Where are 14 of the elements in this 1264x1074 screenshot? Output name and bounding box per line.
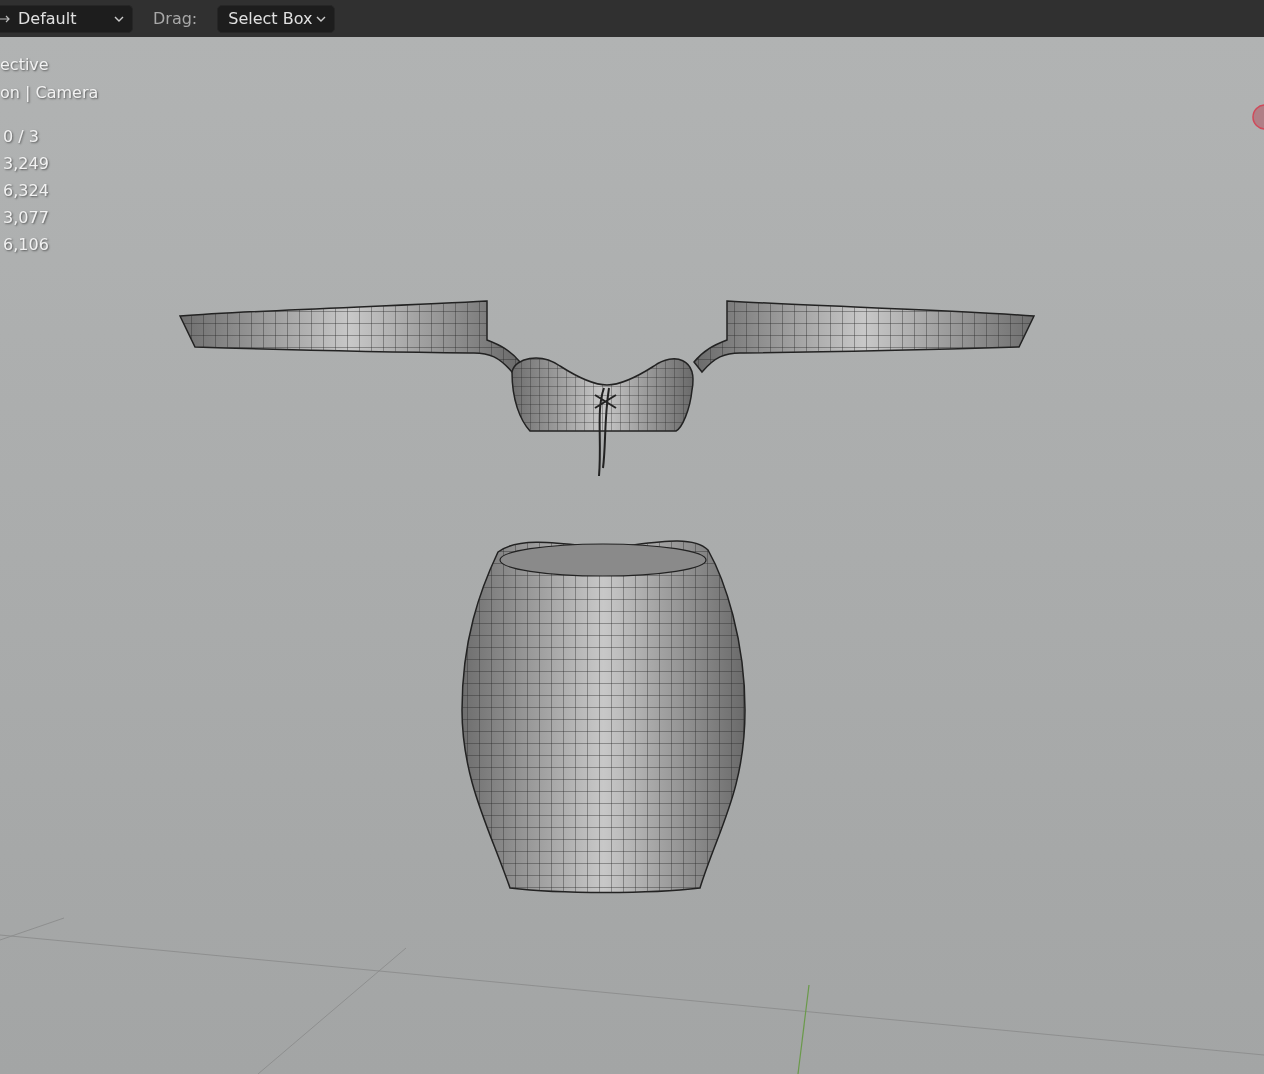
chevron-down-icon <box>114 15 124 22</box>
drag-dropdown[interactable]: Select Box <box>217 4 336 33</box>
stat-value: 6,106 <box>2 234 49 256</box>
view-info-text: ective <box>0 54 49 76</box>
stat-value: 3,249 <box>2 153 49 175</box>
mode-dropdown[interactable]: Default <box>0 4 133 33</box>
drag-label: Drag: <box>153 9 198 28</box>
stat-value: 6,324 <box>2 180 49 202</box>
arrow-icon <box>0 14 10 23</box>
stat-value: 0 / 3 <box>2 126 39 148</box>
stat-value: 3,077 <box>2 207 49 229</box>
axis-gizmo-icon[interactable] <box>1252 104 1264 130</box>
chevron-down-icon <box>316 15 327 22</box>
view-info-text: on | Camera <box>0 82 99 104</box>
